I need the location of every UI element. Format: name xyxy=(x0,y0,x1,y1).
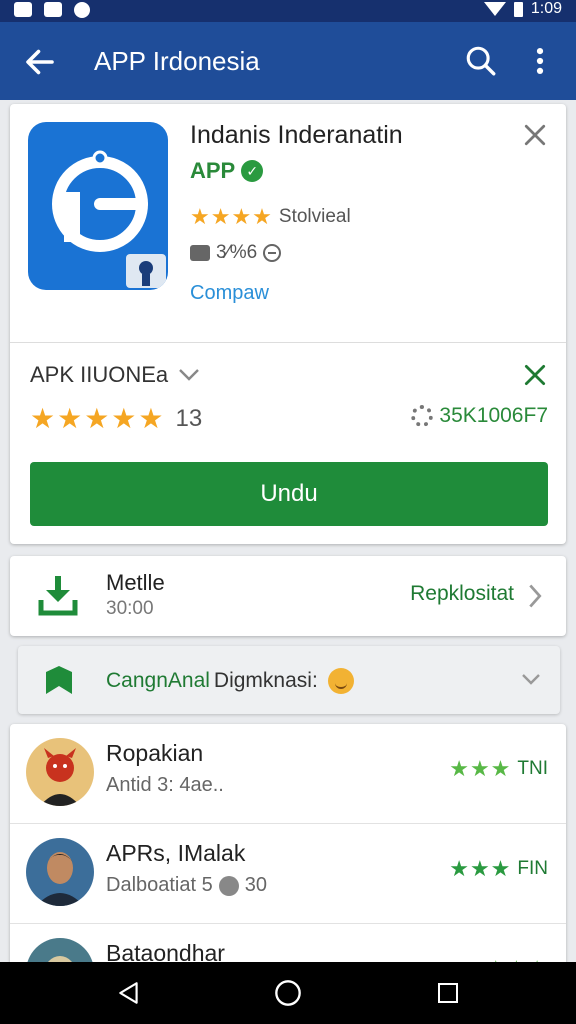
rating-stars: ★★★★★ xyxy=(30,403,166,434)
app-developer[interactable]: APP ✓ xyxy=(190,158,264,184)
review-rating: ★★★ TNI xyxy=(449,756,548,782)
rating-stars: ★★★ xyxy=(449,856,512,881)
arrow-left-icon[interactable] xyxy=(22,44,58,80)
status-time: 1:09 xyxy=(530,0,562,17)
review-subtitle-number: 30 xyxy=(244,874,267,896)
reviewer-name: Bataondhar xyxy=(106,940,225,964)
more-vert-icon[interactable] xyxy=(528,44,552,78)
rating-summary: ★★★★★ 13 xyxy=(30,402,202,435)
info-icon xyxy=(218,875,239,896)
chevron-down-icon[interactable] xyxy=(520,668,542,690)
notification-icon xyxy=(44,2,62,17)
app-bar: APP Irdonesia xyxy=(0,22,576,100)
system-nav-bar xyxy=(0,962,576,1024)
gear-icon xyxy=(411,405,434,427)
review-subtitle: Antid 3: 4ae.. xyxy=(106,774,224,796)
developer-label: APP xyxy=(190,158,236,183)
avatar xyxy=(26,738,94,806)
app-name: Indanis Inderanatin xyxy=(190,121,403,149)
close-green-icon[interactable] xyxy=(522,362,548,388)
reviews-list: Ropakian Antid 3: 4ae.. ★★★ TNI APRs, IM… xyxy=(10,724,566,964)
rating-section-label: APK IIUONEa xyxy=(30,362,169,387)
avatar xyxy=(26,938,94,964)
rating-stars: ★★★ xyxy=(449,756,512,781)
app-badge-icon xyxy=(126,254,166,288)
rating-stars: ★★★★ xyxy=(190,204,273,229)
rating-label: FIN xyxy=(517,858,548,879)
rating-section-title[interactable]: APK IIUONEa xyxy=(30,362,200,388)
list-item[interactable]: Bataondhar ★★★ xyxy=(10,924,566,964)
chevron-down-icon xyxy=(179,369,200,381)
nav-back-icon[interactable] xyxy=(116,980,142,1006)
notification-icon xyxy=(74,2,90,18)
reviewer-name: APRs, IMalak xyxy=(106,840,246,866)
rating-label: Stolvieal xyxy=(278,206,351,227)
compare-link[interactable]: Compaw xyxy=(190,282,269,305)
download-icon xyxy=(38,576,78,616)
app-details-card: Indanis Inderanatin APP ✓ ★★★★ Stolvieal… xyxy=(10,104,566,544)
app-icon[interactable] xyxy=(28,122,168,290)
storage-icon xyxy=(190,245,210,261)
wifi-icon xyxy=(483,2,506,16)
rating-count: 13 xyxy=(175,404,203,432)
rating-label: TNI xyxy=(517,758,548,779)
download-count-value: 35K1006F7 xyxy=(439,404,548,427)
download-count: 35K1006F7 xyxy=(411,404,548,428)
battery-icon xyxy=(513,1,523,17)
app-rating: ★★★★ Stolvieal xyxy=(190,204,351,230)
review-rating: ★★★ FIN xyxy=(449,856,548,882)
category-row[interactable]: CangnAnal Digmknasi: xyxy=(18,646,560,714)
size-value: 3⁄%6 xyxy=(216,242,258,263)
minus-circle-icon xyxy=(263,244,282,262)
download-row[interactable]: Metlle 30:00 Repklositat xyxy=(10,556,566,636)
notification-icon xyxy=(14,2,32,17)
download-title: Metlle xyxy=(106,570,165,595)
category-desc: Digmknasi: xyxy=(213,669,318,692)
divider xyxy=(10,342,566,343)
bookmark-icon xyxy=(46,666,72,694)
category-label: CangnAnal Digmknasi: xyxy=(106,668,354,694)
page-title: APP Irdonesia xyxy=(94,46,260,76)
list-item[interactable]: APRs, IMalak Dalboatiat 5 30 ★★★ FIN xyxy=(10,824,566,924)
status-bar: 1:09 xyxy=(0,0,576,22)
nav-home-icon[interactable] xyxy=(274,979,302,1007)
reviewer-name: Ropakian xyxy=(106,740,204,766)
app-size: 3⁄%6 xyxy=(190,242,282,264)
list-item[interactable]: Ropakian Antid 3: 4ae.. ★★★ TNI xyxy=(10,724,566,824)
smile-emoji-icon xyxy=(327,668,354,694)
search-icon[interactable] xyxy=(464,44,498,78)
review-subtitle-text: Dalboatiat 5 xyxy=(106,874,213,896)
install-button[interactable]: Undu xyxy=(30,462,548,526)
review-subtitle: Dalboatiat 5 30 xyxy=(106,874,267,897)
chevron-right-icon[interactable] xyxy=(524,582,546,610)
avatar xyxy=(26,838,94,906)
close-icon[interactable] xyxy=(520,120,550,150)
nav-recents-icon[interactable] xyxy=(436,981,460,1005)
category-name: CangnAnal xyxy=(106,669,210,692)
download-action[interactable]: Repklositat xyxy=(410,582,514,606)
verified-icon: ✓ xyxy=(241,160,264,182)
download-time: 30:00 xyxy=(106,598,154,619)
